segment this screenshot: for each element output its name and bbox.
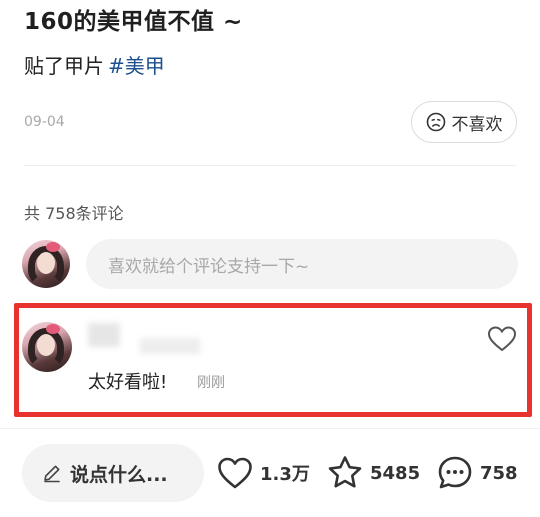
comments-button[interactable]: 758	[436, 454, 518, 492]
frown-face-icon	[426, 112, 445, 132]
commenter-meta-blurred	[140, 338, 200, 354]
dislike-label: 不喜欢	[451, 114, 503, 135]
comment-text: 太好看啦!	[88, 372, 168, 393]
say-something-button[interactable]: 说点什么...	[22, 444, 204, 502]
commenter-name-blurred	[88, 323, 120, 347]
favorite-button[interactable]: 5485	[326, 454, 420, 492]
pencil-icon	[44, 465, 60, 483]
comment-input[interactable]: 喜欢就给个评论支持一下~	[86, 239, 518, 289]
like-count: 1.3万	[260, 464, 310, 485]
say-something-label: 说点什么...	[70, 463, 168, 486]
commenter-avatar[interactable]	[22, 322, 72, 372]
chat-bubble-icon	[438, 456, 472, 489]
comment-total-count: 758	[480, 462, 518, 484]
like-button[interactable]: 1.3万	[216, 454, 310, 492]
bottom-bar-divider	[0, 428, 540, 429]
favorite-count: 5485	[370, 462, 421, 484]
comment-time: 刚刚	[197, 375, 225, 391]
post-tag-link[interactable]: #美甲	[108, 54, 165, 78]
current-user-avatar	[22, 240, 70, 288]
star-icon	[328, 456, 362, 488]
heart-icon	[218, 457, 252, 489]
section-divider	[24, 165, 516, 166]
highlighted-comment-frame	[14, 303, 532, 417]
comment-like-heart-icon[interactable]	[487, 325, 517, 353]
comment-count: 共 758条评论	[24, 204, 124, 223]
post-date: 09-04	[24, 114, 65, 130]
comment-input-placeholder: 喜欢就给个评论支持一下~	[108, 256, 310, 277]
post-title: 160的美甲值不值 ~	[24, 9, 243, 35]
post-body: 贴了甲片 #美甲	[24, 50, 165, 79]
dislike-button[interactable]: 不喜欢	[411, 101, 517, 143]
post-body-text: 贴了甲片	[24, 54, 104, 78]
